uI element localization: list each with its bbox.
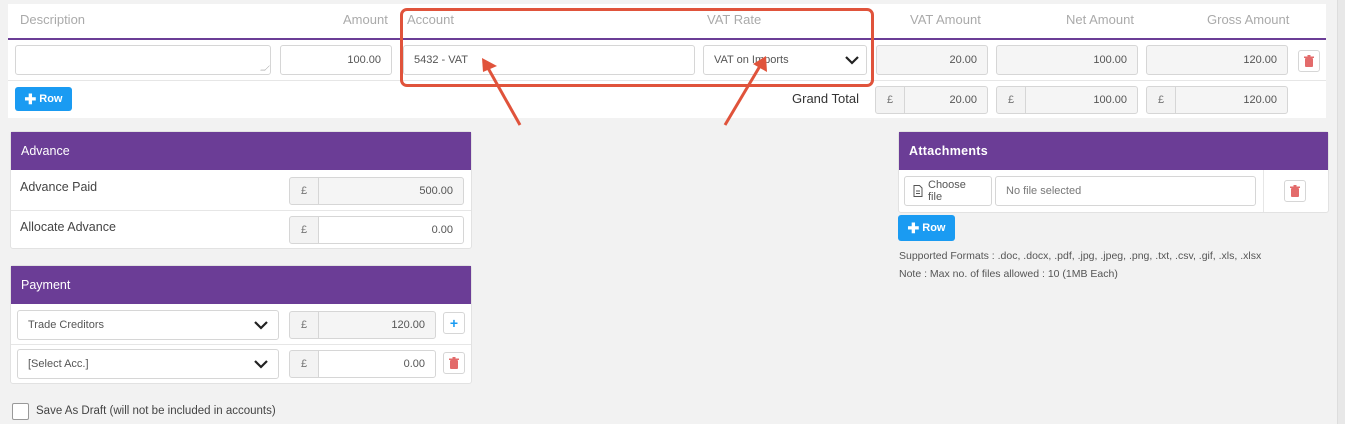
payment-panel: Payment Trade Creditors £ 120.00 + [Sele… [10,265,472,384]
advance-paid-field: 500.00 [318,177,464,205]
save-as-draft-checkbox[interactable] [12,403,29,420]
payment-row-divider [11,344,471,345]
attachments-panel: Attachments Choose file No file selected [898,131,1329,213]
allocate-advance-input[interactable]: 0.00 [318,216,464,244]
payment-account-value: Trade Creditors [28,319,105,331]
attachments-title: Attachments [899,132,1328,170]
file-icon [913,185,923,197]
chevron-down-icon [254,321,268,330]
add-line-row-button[interactable]: ✚ Row [15,87,72,111]
advance-paid-label: Advance Paid [20,180,98,194]
grand-total-vat-currency: £ [875,86,905,114]
add-payment-button[interactable]: + [443,312,465,334]
payment-amount-input-2[interactable]: 0.00 [318,350,436,378]
advance-paid-currency: £ [289,177,319,205]
payment-amount-field: 120.00 [318,311,436,339]
choose-file-label: Choose file [928,179,966,203]
trash-icon [1290,184,1300,197]
add-attachment-row-button[interactable]: ✚ Row [898,215,955,241]
supported-formats-text: Supported Formats : .doc, .docx, .pdf, .… [899,250,1262,262]
payment-account-value-2: [Select Acc.] [28,358,89,370]
net-amount-field: 100.00 [996,45,1138,75]
grand-total-net-currency: £ [996,86,1026,114]
trash-icon [449,356,459,369]
allocate-advance-label: Allocate Advance [20,220,116,234]
save-as-draft-label: Save As Draft (will not be included in a… [36,405,276,417]
header-vat-amount: VAT Amount [910,12,981,27]
plus-icon: + [449,315,459,331]
header-amount: Amount [343,12,388,27]
trash-icon [1304,54,1314,67]
description-input[interactable] [15,45,271,75]
payment-title: Payment [11,266,471,304]
add-attachment-row-label: Row [922,222,946,234]
payment-currency: £ [289,311,319,339]
choose-file-button[interactable]: Choose file [904,176,992,206]
advance-title: Advance [11,132,471,170]
grand-total-gross-field: 120.00 [1175,86,1288,114]
page-scrollbar[interactable] [1337,0,1345,424]
plus-icon: ✚ [907,220,920,236]
vat-amount-field: 20.00 [876,45,988,75]
payment-currency-2: £ [289,350,319,378]
grand-total-label: Grand Total [792,91,859,106]
add-line-row-label: Row [39,93,63,105]
plus-icon: ✚ [24,91,37,107]
grand-total-gross-currency: £ [1146,86,1176,114]
attachments-col-divider [1263,170,1265,212]
header-description: Description [20,12,86,27]
grand-total-net-field: 100.00 [1025,86,1138,114]
advance-row-divider [11,210,471,211]
chevron-down-icon [254,360,268,369]
payment-account-select-2[interactable]: [Select Acc.] [17,349,279,379]
annotation-arrows [482,56,767,126]
allocate-advance-currency: £ [289,216,319,244]
header-net-amount: Net Amount [1066,12,1134,27]
header-gross-amount: Gross Amount [1207,12,1290,27]
gross-amount-field: 120.00 [1146,45,1288,75]
file-name-field: No file selected [995,176,1256,206]
attachment-limit-note: Note : Max no. of files allowed : 10 (1M… [899,268,1118,280]
advance-panel: Advance Advance Paid £ 500.00 Allocate A… [10,131,472,249]
delete-attachment-button[interactable] [1284,180,1306,202]
delete-payment-button[interactable] [443,352,465,374]
amount-input[interactable]: 100.00 [280,45,392,75]
payment-account-select[interactable]: Trade Creditors [17,310,279,340]
delete-row-button[interactable] [1298,50,1320,72]
grand-total-vat-field: 20.00 [904,86,988,114]
